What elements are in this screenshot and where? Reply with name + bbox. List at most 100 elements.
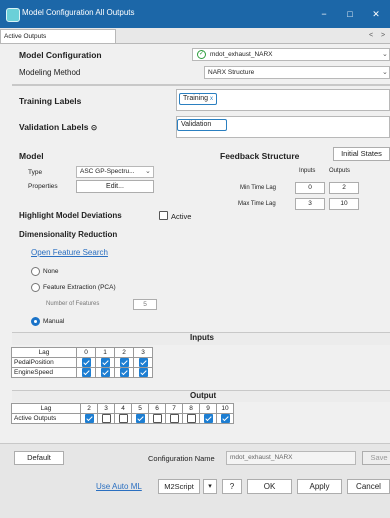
app-icon (6, 8, 20, 22)
feedback-structure-header: Feedback Structure (220, 151, 300, 161)
table-cell (199, 413, 217, 424)
table-cell (133, 367, 153, 378)
num-features-label: Number of Features (46, 301, 100, 307)
table-header-cell: 5 (131, 403, 149, 414)
lag-checkbox[interactable] (119, 358, 129, 367)
table-header-row: Lag 2 3 4 5 6 7 8 9 10 (11, 403, 234, 414)
maximize-button[interactable]: □ (340, 6, 360, 22)
table-row: Active Outputs (11, 413, 234, 424)
m2script-menu-button[interactable]: ▾ (203, 479, 217, 494)
tab-bar: Active Outputs < > (0, 28, 390, 44)
table-header-cell: 0 (76, 347, 96, 358)
tab-active-outputs[interactable]: Active Outputs (0, 29, 116, 43)
table-cell (165, 413, 183, 424)
configuration-name-field[interactable]: mdot_exhaust_NARX (226, 451, 356, 465)
lag-checkbox[interactable] (220, 414, 230, 423)
max-lag-inputs-field[interactable]: 3 (295, 198, 325, 210)
training-labels-label: Training Labels (19, 96, 82, 106)
model-config-value: mdot_exhaust_NARX (210, 51, 273, 58)
radio-manual-label: Manual (43, 318, 65, 325)
lag-checkbox[interactable] (81, 358, 91, 367)
table-header-cell: 10 (216, 403, 234, 414)
help-button[interactable]: ? (222, 479, 242, 494)
radio-pca-label: Feature Extraction (PCA) (43, 284, 116, 291)
num-features-field[interactable]: 5 (133, 299, 157, 310)
save-button[interactable]: Save (362, 451, 390, 465)
m2script-button[interactable]: M2Script (158, 479, 200, 494)
tab-prev-button[interactable]: < (366, 30, 376, 41)
close-button[interactable]: ✕ (366, 6, 386, 22)
table-cell (76, 357, 96, 368)
max-time-lag-label: Max Time Lag (238, 201, 276, 207)
lag-checkbox[interactable] (81, 368, 91, 377)
configuration-name-label: Configuration Name (148, 454, 215, 463)
max-lag-outputs-field[interactable]: 10 (329, 198, 359, 210)
chevron-down-icon: ⌄ (382, 69, 388, 76)
table-header-cell: 4 (114, 403, 132, 414)
tab-next-button[interactable]: > (378, 30, 388, 41)
lag-checkbox[interactable] (152, 414, 162, 423)
info-icon[interactable]: ⊙ (91, 123, 97, 132)
lag-checkbox[interactable] (186, 414, 196, 423)
dim-reduction-header: Dimensionality Reduction (19, 230, 118, 239)
output-lag-table: Lag 2 3 4 5 6 7 8 9 10 Active Outputs (11, 403, 234, 424)
min-lag-inputs-field[interactable]: 0 (295, 182, 325, 194)
table-cell (182, 413, 200, 424)
radio-pca[interactable] (31, 283, 40, 292)
model-config-label: Model Configuration (19, 50, 102, 60)
table-row: EngineSpeed (11, 367, 153, 378)
chevron-down-icon: ⌄ (382, 51, 388, 58)
row-label: PedalPosition (11, 357, 77, 368)
apply-button[interactable]: Apply (297, 479, 342, 494)
use-auto-ml-link[interactable]: Use Auto ML (96, 482, 142, 491)
table-cell (114, 357, 134, 368)
outputs-column-label: Outputs (329, 168, 351, 174)
table-header-row: Lag 0 1 2 3 (11, 347, 153, 358)
active-checkbox[interactable] (159, 211, 168, 220)
window-title: Model Configuration All Outputs (22, 8, 135, 17)
row-label: Active Outputs (11, 413, 81, 424)
lag-checkbox[interactable] (84, 414, 94, 423)
training-chip-label: Training (183, 95, 209, 102)
table-header-cell: Lag (11, 347, 77, 358)
minimize-button[interactable]: − (314, 6, 334, 22)
min-time-lag-label: Min Time Lag (240, 185, 277, 191)
training-chip: Training x (179, 93, 217, 105)
cancel-button[interactable]: Cancel (347, 479, 390, 494)
modeling-method-select[interactable]: NARX Structure ⌄ (204, 66, 390, 79)
default-button[interactable]: Default (14, 451, 64, 465)
lag-checkbox[interactable] (138, 368, 148, 377)
table-cell (216, 413, 234, 424)
lag-checkbox[interactable] (118, 414, 128, 423)
training-labels-field[interactable]: Training x (176, 89, 390, 111)
lag-checkbox[interactable] (100, 368, 110, 377)
radio-manual[interactable] (31, 317, 40, 326)
model-config-select[interactable]: ✓ mdot_exhaust_NARX ⌄ (192, 48, 390, 61)
table-cell (133, 357, 153, 368)
model-type-select[interactable]: ASC GP-Spectru... ⌄ (76, 166, 154, 178)
min-lag-outputs-field[interactable]: 2 (329, 182, 359, 194)
validation-labels-field[interactable]: Validation (176, 116, 390, 138)
lag-checkbox[interactable] (138, 358, 148, 367)
lag-checkbox[interactable] (169, 414, 179, 423)
modeling-method-value: NARX Structure (208, 69, 255, 76)
lag-checkbox[interactable] (119, 368, 129, 377)
lag-checkbox[interactable] (100, 358, 110, 367)
table-header-cell: 3 (133, 347, 153, 358)
table-cell (148, 413, 166, 424)
initial-states-button[interactable]: Initial States (333, 147, 390, 161)
lag-checkbox[interactable] (101, 414, 111, 423)
ok-button[interactable]: OK (247, 479, 292, 494)
lag-checkbox[interactable] (203, 414, 213, 423)
open-feature-search-link[interactable]: Open Feature Search (31, 248, 108, 257)
row-label: EngineSpeed (11, 367, 77, 378)
radio-none[interactable] (31, 267, 40, 276)
title-bar: Model Configuration All Outputs − □ ✕ (0, 0, 390, 28)
chip-remove-icon[interactable]: x (210, 96, 213, 102)
table-header-cell: 2 (114, 347, 134, 358)
active-label: Active (171, 212, 192, 221)
lag-checkbox[interactable] (135, 414, 145, 423)
edit-properties-button[interactable]: Edit... (76, 180, 154, 193)
table-cell (76, 367, 96, 378)
check-circle-icon: ✓ (197, 50, 206, 59)
